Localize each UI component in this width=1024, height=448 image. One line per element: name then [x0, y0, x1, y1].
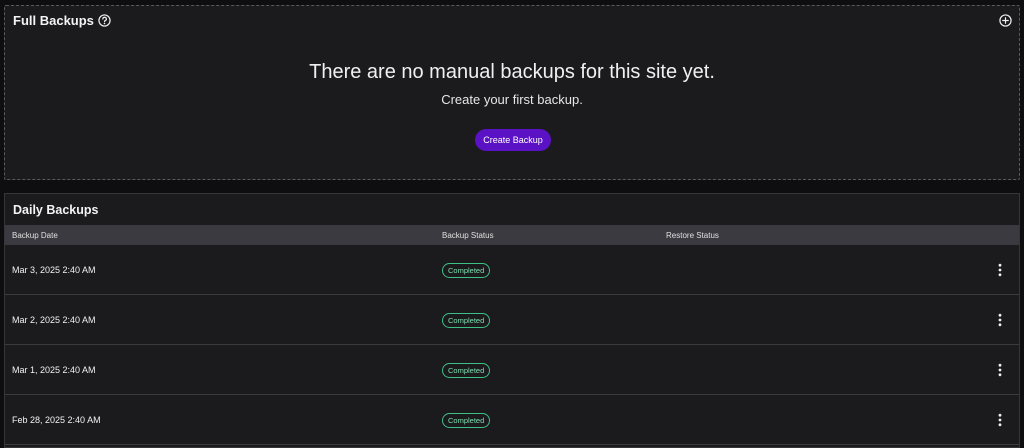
full-backups-panel: Full Backups There are no manual backups… — [4, 5, 1020, 180]
status-badge: Completed — [442, 313, 491, 328]
backup-date: Mar 3, 2025 2:40 AM — [12, 265, 96, 275]
more-vertical-icon[interactable] — [995, 263, 1005, 277]
help-icon[interactable] — [98, 14, 111, 27]
empty-state-heading: There are no manual backups for this sit… — [309, 61, 715, 83]
empty-state-subtext: Create your first backup. — [441, 92, 583, 107]
backup-date: Feb 28, 2025 2:40 AM — [12, 415, 101, 425]
full-backups-header: Full Backups — [13, 13, 111, 28]
create-backup-button[interactable]: Create Backup — [475, 129, 551, 151]
add-circle-icon[interactable] — [999, 14, 1012, 27]
column-header-backup-date: Backup Date — [12, 231, 58, 240]
status-badge: Completed — [442, 413, 491, 428]
column-header-restore-status: Restore Status — [666, 231, 719, 240]
status-badge: Completed — [442, 363, 491, 378]
status-badge: Completed — [442, 263, 491, 278]
table-row: Feb 28, 2025 2:40 AM Completed — [5, 395, 1019, 445]
daily-backups-title: Daily Backups — [13, 203, 99, 217]
backup-date: Mar 2, 2025 2:40 AM — [12, 315, 96, 325]
table-row: Mar 3, 2025 2:40 AM Completed — [5, 245, 1019, 295]
more-vertical-icon[interactable] — [995, 413, 1005, 427]
table-header: Backup Date Backup Status Restore Status — [5, 225, 1019, 245]
more-vertical-icon[interactable] — [995, 313, 1005, 327]
table-row: Mar 2, 2025 2:40 AM Completed — [5, 295, 1019, 345]
backup-date: Mar 1, 2025 2:40 AM — [12, 365, 96, 375]
full-backups-title: Full Backups — [13, 13, 94, 28]
table-row: Mar 1, 2025 2:40 AM Completed — [5, 345, 1019, 395]
more-vertical-icon[interactable] — [995, 363, 1005, 377]
column-header-backup-status: Backup Status — [442, 231, 494, 240]
daily-backups-panel: Daily Backups Backup Date Backup Status … — [4, 193, 1020, 448]
